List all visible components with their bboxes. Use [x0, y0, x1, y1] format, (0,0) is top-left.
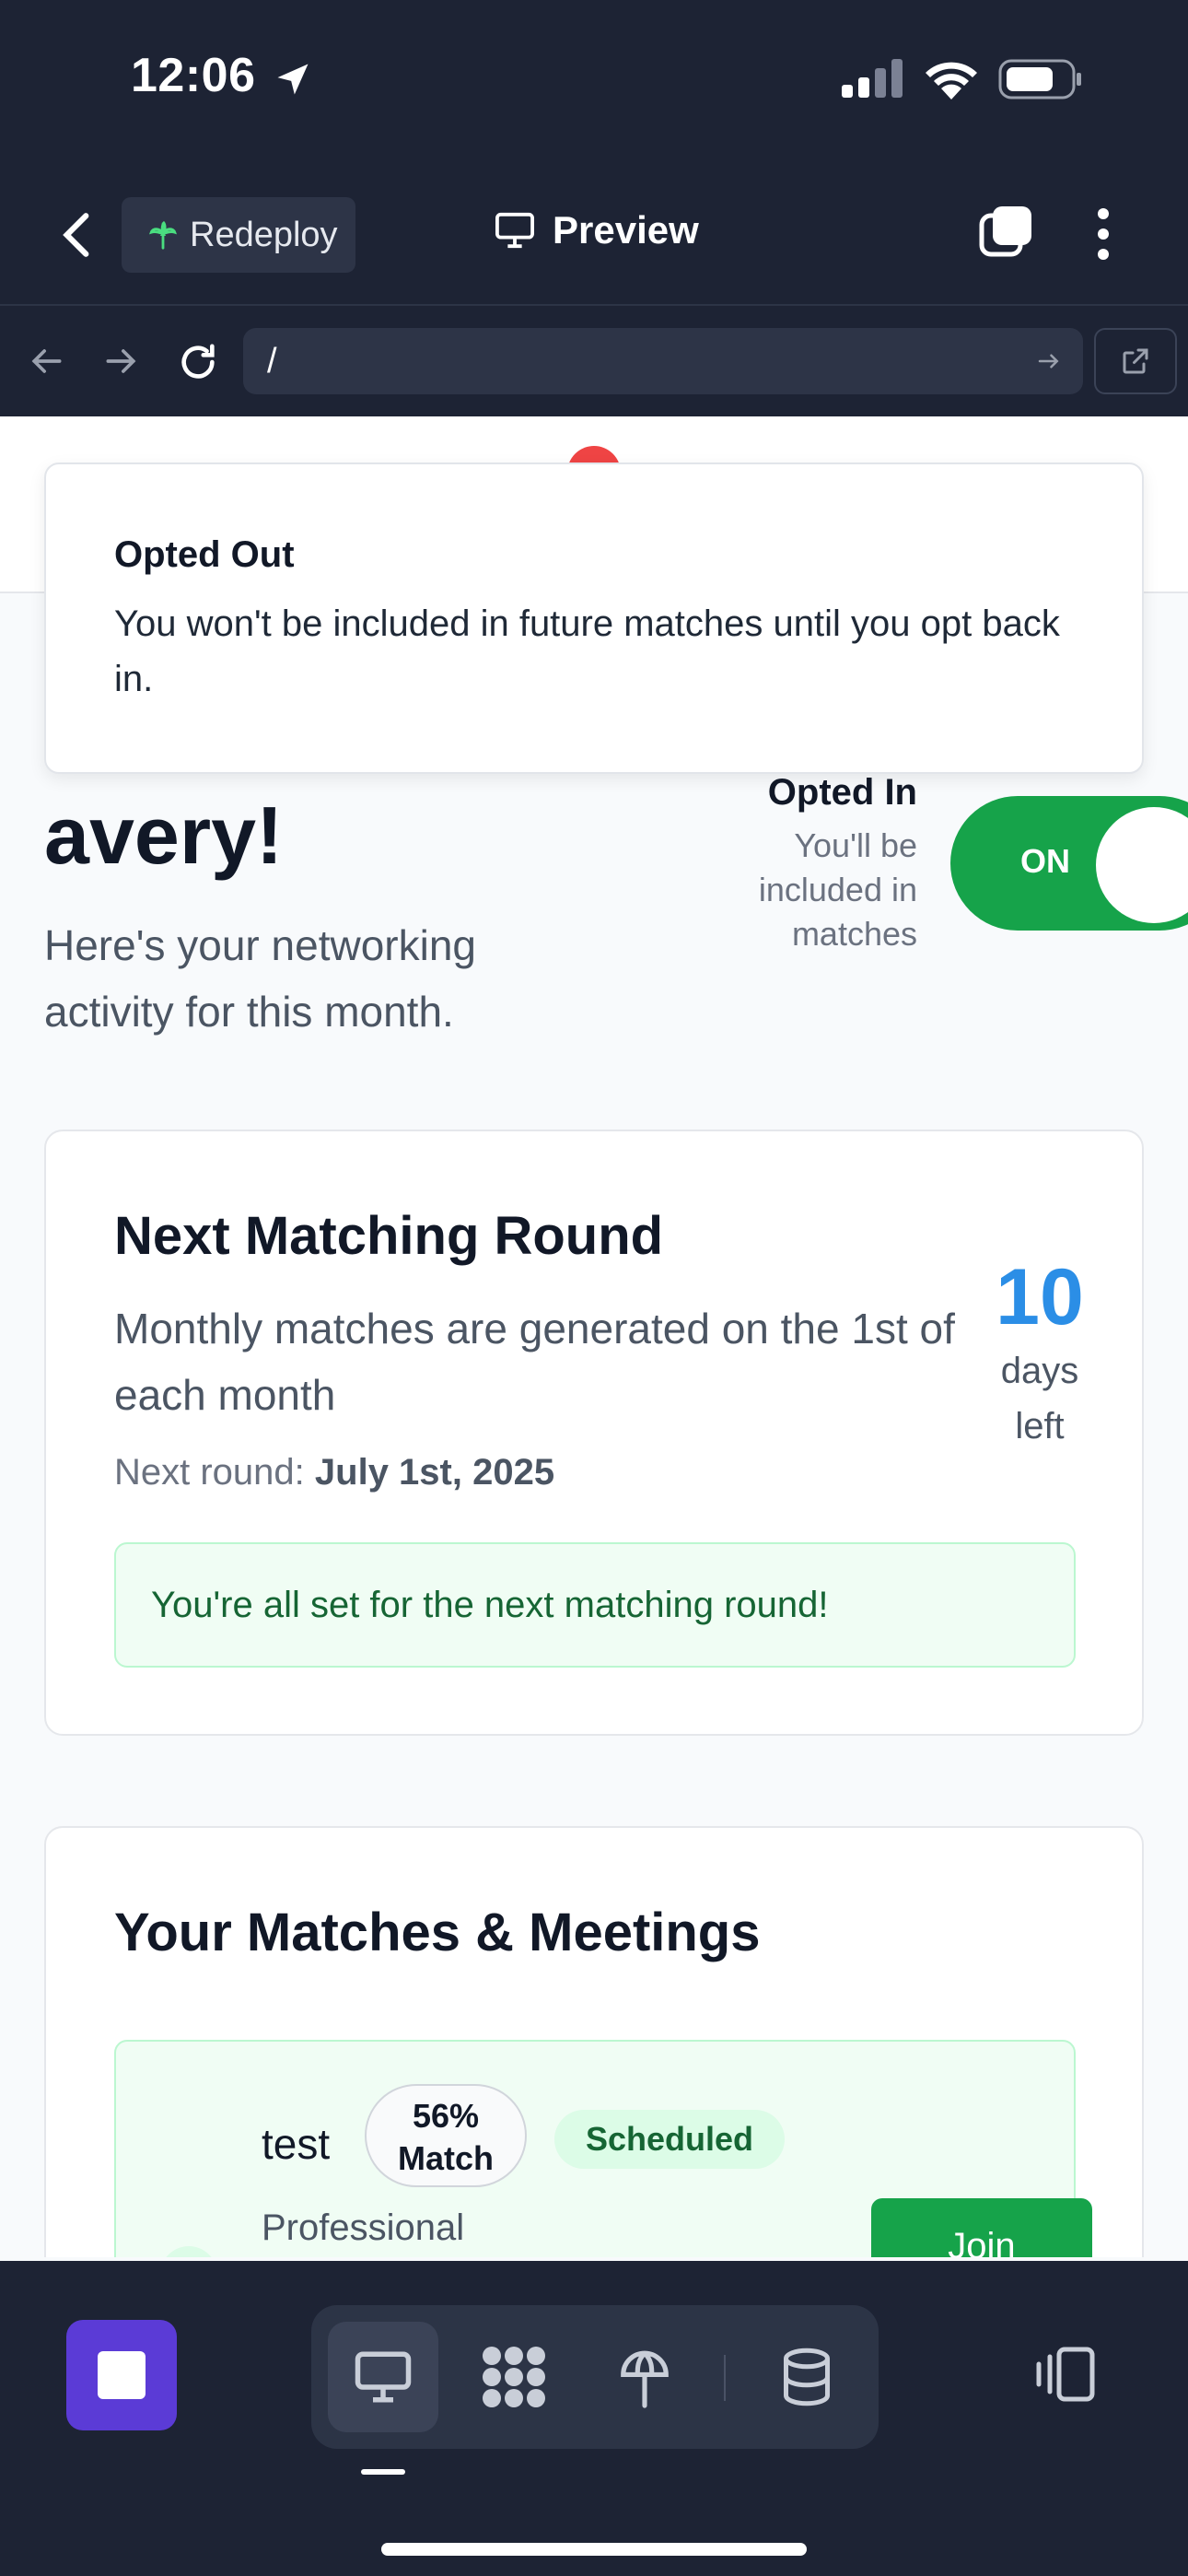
avatar	[160, 2246, 217, 2257]
match-name: test	[262, 2120, 331, 2168]
next-round-date-line: Next round: July 1st, 2025	[114, 1452, 554, 1493]
days-left-number: 10	[996, 1253, 1084, 1341]
toggle-label: ON	[1020, 842, 1070, 880]
next-round-card: Next Matching Round Monthly matches are …	[44, 1130, 1144, 1736]
join-button[interactable]: Join	[871, 2198, 1092, 2257]
preview-tab[interactable]	[328, 2322, 438, 2432]
deploy-tab[interactable]	[589, 2322, 700, 2432]
arrow-left-icon[interactable]	[26, 341, 66, 381]
toast-notification[interactable]: Opted Out You won't be included in futur…	[44, 463, 1144, 774]
match-role: Professional	[262, 2207, 465, 2248]
location-arrow-icon	[277, 64, 309, 95]
database-tab[interactable]	[751, 2322, 862, 2432]
chevron-left-icon[interactable]	[55, 208, 101, 262]
stop-button[interactable]	[66, 2320, 177, 2430]
redeploy-label: Redeploy	[190, 215, 338, 254]
arrow-right-icon[interactable]	[101, 341, 142, 381]
toolbar-divider	[724, 2355, 726, 2401]
stop-icon	[98, 2351, 146, 2399]
url-input[interactable]: /	[243, 328, 1083, 394]
preview-label: Preview	[553, 208, 699, 252]
next-round-date: July 1st, 2025	[314, 1452, 555, 1493]
opt-status-title: Opted In	[767, 772, 917, 813]
status-bar: 12:06	[0, 0, 1188, 166]
redeploy-button[interactable]: Redeploy	[122, 197, 355, 273]
deploy-icon	[621, 2350, 669, 2408]
next-round-label: Next round:	[114, 1452, 305, 1493]
home-indicator	[381, 2543, 807, 2556]
matches-card: Your Matches & Meetings test 56% Match S…	[44, 1826, 1144, 2257]
preview-title[interactable]: Preview	[494, 208, 699, 252]
kebab-menu-icon[interactable]	[1094, 206, 1112, 262]
tabs-icon[interactable]	[978, 203, 1035, 260]
toggle-knob	[1096, 807, 1188, 923]
success-message: You're all set for the next matching rou…	[114, 1542, 1076, 1668]
greeting-title: avery!	[44, 790, 284, 881]
next-round-description: Monthly matches are generated on the 1st…	[114, 1305, 955, 1419]
app-header: Redeploy Preview	[0, 166, 1188, 306]
panes-icon[interactable]	[1033, 2346, 1098, 2403]
opt-in-toggle[interactable]: ON	[950, 796, 1188, 931]
reload-icon[interactable]	[177, 341, 219, 383]
status-time: 12:06	[131, 49, 256, 102]
monitor-icon	[495, 212, 534, 249]
active-tab-indicator	[361, 2469, 405, 2475]
status-badge: Scheduled	[554, 2110, 786, 2169]
next-round-title: Next Matching Round	[114, 1206, 664, 1266]
toast-title: Opted Out	[114, 534, 295, 575]
go-arrow-icon[interactable]	[1035, 328, 1063, 394]
toast-message: You won't be included in future matches …	[114, 603, 1060, 699]
external-link-icon	[1123, 348, 1148, 374]
palm-tree-icon	[149, 220, 177, 250]
matches-title: Your Matches & Meetings	[114, 1903, 761, 1962]
monitor-icon	[355, 2351, 412, 2403]
database-icon	[784, 2348, 830, 2406]
workflows-tab[interactable]	[459, 2322, 569, 2432]
opt-status-description: You'll be included in matches	[758, 826, 917, 953]
preview-page: Opted Out You won't be included in futur…	[0, 416, 1188, 2257]
grid-dots-icon	[483, 2347, 545, 2407]
signal-icon	[842, 59, 903, 98]
external-link-button[interactable]	[1094, 328, 1177, 394]
view-switcher	[311, 2305, 879, 2449]
match-item[interactable]: test 56% Match Scheduled Professional Jo…	[114, 2040, 1092, 2257]
days-left-counter: 10 days left	[971, 1251, 1109, 1454]
url-path: /	[267, 342, 277, 381]
days-left-label: days left	[1000, 1351, 1079, 1446]
url-bar: /	[0, 306, 1188, 416]
match-percent-label: Match	[397, 2139, 494, 2177]
match-percent-badge: 56% Match	[365, 2084, 527, 2187]
wifi-icon	[926, 62, 977, 100]
battery-icon	[998, 59, 1081, 100]
match-percent: 56%	[412, 2097, 480, 2135]
greeting-subtitle: Here's your networking activity for this…	[44, 921, 476, 1036]
bottom-toolbar	[0, 2261, 1188, 2576]
